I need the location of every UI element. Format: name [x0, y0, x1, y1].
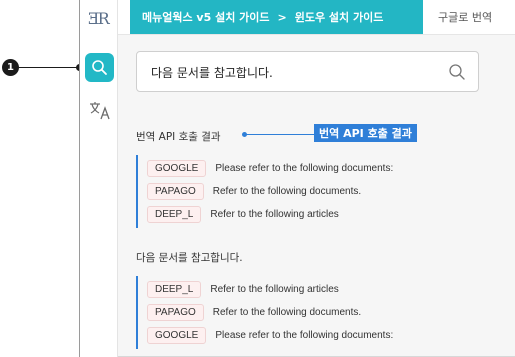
- result-text: Please refer to the following documents:: [215, 329, 394, 341]
- result-text: Refer to the following articles: [210, 208, 339, 220]
- engine-badge: PAPAGO: [147, 182, 204, 200]
- header: 메뉴얼웍스 v5 설치 가이드 > 윈도우 설치 가이드 구글로 번역: [118, 0, 515, 34]
- callout-line: [19, 67, 79, 68]
- main-content: 다음 문서를 참고합니다. 번역 API 호출 결과 번역 API 호출 결과 …: [118, 35, 515, 357]
- callout-number: 1: [2, 59, 19, 76]
- result-row: DEEP_L Refer to the following articles: [147, 205, 339, 223]
- engine-badge: DEEP_L: [147, 280, 202, 298]
- result-row: PAPAGO Refer to the following documents.: [147, 182, 361, 200]
- annotation-line: [246, 134, 314, 135]
- search-button[interactable]: [85, 53, 114, 82]
- result-text: Refer to the following documents.: [212, 306, 362, 318]
- engine-badge: GOOGLE: [147, 159, 207, 177]
- translate-icon: [90, 102, 110, 120]
- result-row: GOOGLE Please refer to the following doc…: [147, 326, 393, 344]
- translate-button[interactable]: [88, 99, 112, 121]
- result-group: DEEP_L Refer to the following articles P…: [136, 276, 496, 349]
- result-text: Refer to the following documents.: [212, 185, 362, 197]
- google-translate-link[interactable]: 구글로 번역: [438, 0, 492, 34]
- section-title: 번역 API 호출 결과: [136, 131, 221, 143]
- breadcrumb-item[interactable]: 윈도우 설치 가이드: [295, 9, 384, 25]
- result-row: PAPAGO Refer to the following documents.: [147, 303, 361, 321]
- result-row: DEEP_L Refer to the following articles: [147, 280, 339, 298]
- search-icon: [92, 60, 107, 75]
- result-row: GOOGLE Please refer to the following doc…: [147, 159, 393, 177]
- app-logo: ƎR: [88, 9, 110, 28]
- sidebar: ƎR: [80, 0, 118, 357]
- search-icon[interactable]: [448, 63, 466, 81]
- engine-badge: GOOGLE: [147, 326, 207, 344]
- breadcrumb-separator: >: [277, 10, 287, 24]
- result-text: Refer to the following articles: [210, 283, 339, 295]
- engine-badge: PAPAGO: [147, 303, 204, 321]
- result-text: Please refer to the following documents:: [215, 162, 394, 174]
- search-field[interactable]: 다음 문서를 참고합니다.: [136, 51, 479, 92]
- annotation-label: 번역 API 호출 결과: [314, 124, 417, 142]
- section-title: 다음 문서를 참고합니다.: [136, 252, 243, 264]
- engine-badge: DEEP_L: [147, 205, 202, 223]
- breadcrumb-item[interactable]: 메뉴얼웍스 v5 설치 가이드: [142, 9, 270, 25]
- result-group: GOOGLE Please refer to the following doc…: [136, 155, 496, 228]
- search-input-value[interactable]: 다음 문서를 참고합니다.: [151, 64, 273, 81]
- breadcrumb: 메뉴얼웍스 v5 설치 가이드 > 윈도우 설치 가이드: [130, 0, 423, 34]
